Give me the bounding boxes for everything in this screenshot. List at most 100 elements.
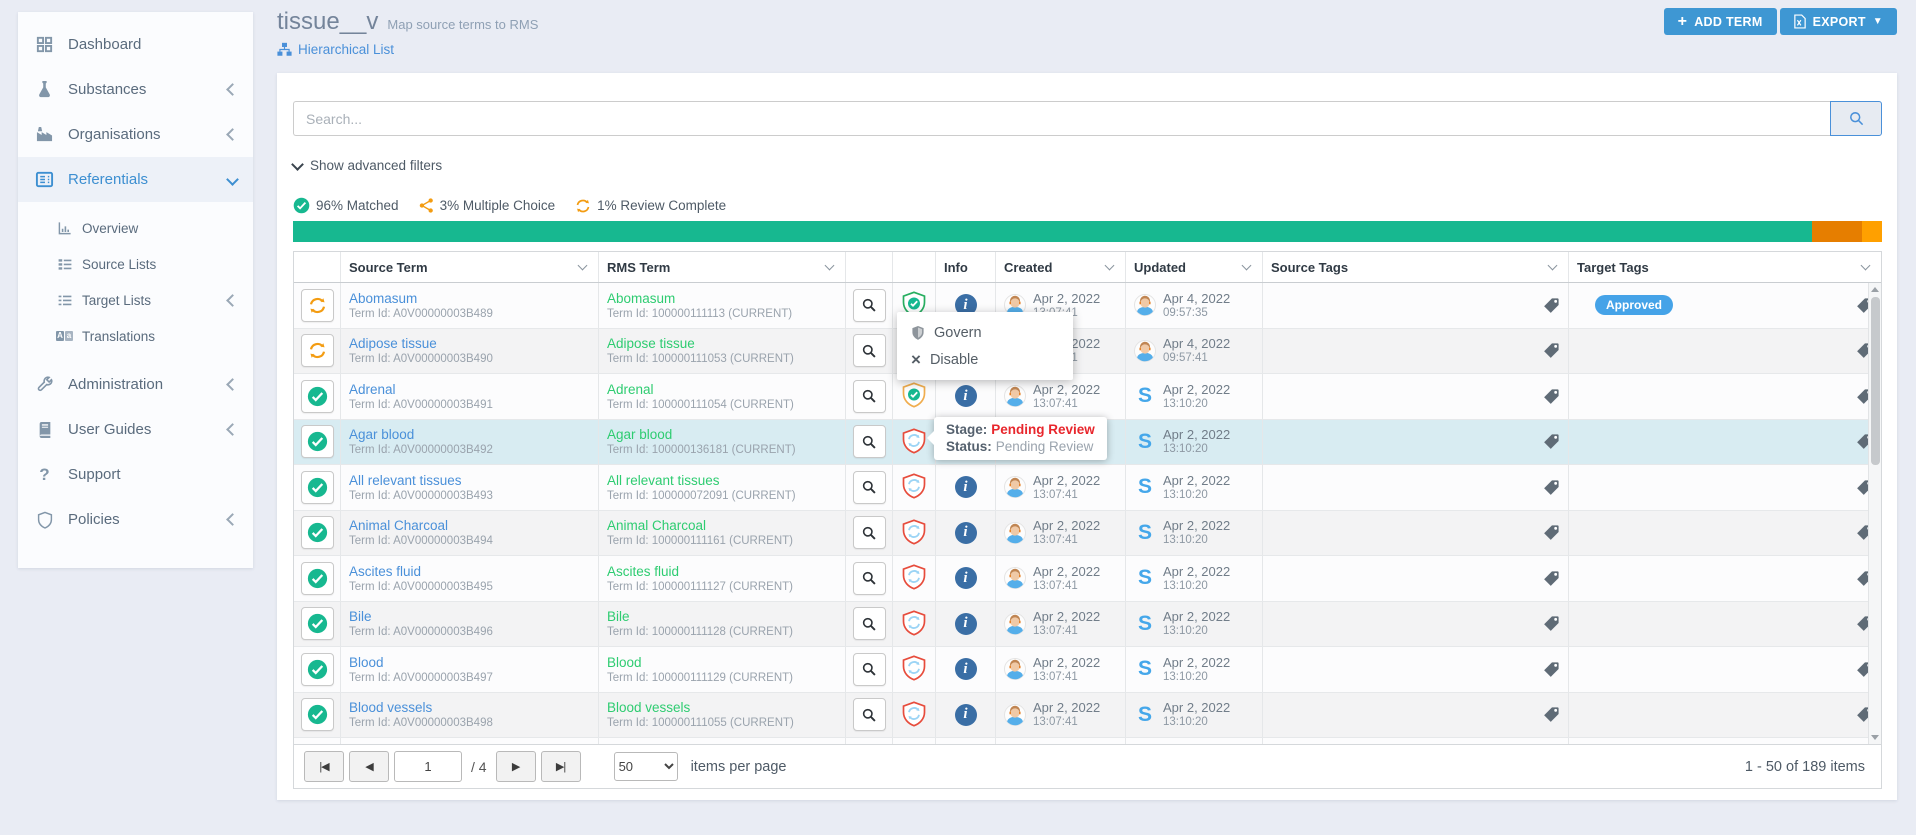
next-page-button[interactable]: ▶ xyxy=(496,751,536,782)
sidebar-item-substances[interactable]: Substances xyxy=(18,67,253,112)
add-term-button[interactable]: + ADD TERM xyxy=(1664,8,1777,35)
match-status-button[interactable] xyxy=(301,516,334,549)
inspect-button[interactable] xyxy=(853,334,886,367)
target-tag-badge[interactable]: Approved xyxy=(1595,295,1673,315)
sidebar-item-referentials[interactable]: Referentials xyxy=(18,157,253,202)
source-term-link[interactable]: Animal Charcoal xyxy=(349,518,448,533)
rms-term-link[interactable]: Adipose tissue xyxy=(607,336,695,351)
table-row[interactable]: Bile Term Id: A0V00000003B496 Bile Term … xyxy=(294,602,1881,648)
sidebar-item-administration[interactable]: Administration xyxy=(18,362,253,407)
rms-term-link[interactable]: Ascites fluid xyxy=(607,564,679,579)
source-tag-icon[interactable] xyxy=(1543,297,1560,314)
search-input[interactable] xyxy=(293,101,1830,136)
inspect-button[interactable] xyxy=(853,425,886,458)
source-tag-icon[interactable] xyxy=(1543,479,1560,496)
sidebar-item-overview[interactable]: Overview xyxy=(18,210,253,246)
source-term-link[interactable]: Bile xyxy=(349,609,372,624)
sidebar-item-organisations[interactable]: Organisations xyxy=(18,112,253,157)
inspect-button[interactable] xyxy=(853,516,886,549)
info-icon[interactable]: i xyxy=(955,476,977,498)
info-icon[interactable]: i xyxy=(955,658,977,680)
search-button[interactable] xyxy=(1830,101,1882,136)
governance-shield-icon[interactable] xyxy=(901,699,927,730)
show-advanced-filters-link[interactable]: Show advanced filters xyxy=(293,158,442,173)
context-menu-item-govern[interactable]: Govern xyxy=(897,319,1073,346)
info-icon[interactable]: i xyxy=(955,704,977,726)
last-page-button[interactable]: ▶| xyxy=(541,751,581,782)
governance-shield-icon[interactable] xyxy=(901,563,927,594)
governance-shield-icon[interactable] xyxy=(901,654,927,685)
rms-term-link[interactable]: Abomasum xyxy=(607,291,675,306)
source-tag-icon[interactable] xyxy=(1543,661,1560,678)
sidebar-item-policies[interactable]: Policies xyxy=(18,497,253,542)
source-term-link[interactable]: Ascites fluid xyxy=(349,564,421,579)
match-status-button[interactable] xyxy=(301,289,334,322)
table-row[interactable]: Blood Term Id: A0V00000003B497 Blood Ter… xyxy=(294,647,1881,693)
rms-term-link[interactable]: Animal Charcoal xyxy=(607,518,706,533)
scrollbar-up-arrow[interactable] xyxy=(1869,283,1881,296)
inspect-button[interactable] xyxy=(853,698,886,731)
source-tag-icon[interactable] xyxy=(1543,433,1560,450)
inspect-button[interactable] xyxy=(853,380,886,413)
sidebar-item-support[interactable]: ? Support xyxy=(18,452,253,497)
source-tag-icon[interactable] xyxy=(1543,615,1560,632)
table-row[interactable]: Animal Charcoal Term Id: A0V00000003B494… xyxy=(294,511,1881,557)
sidebar-item-translations[interactable]: Aa Translations xyxy=(18,318,253,354)
column-header-rms-term[interactable]: RMS Term xyxy=(599,252,846,282)
export-button[interactable]: EXPORT ▼ xyxy=(1780,8,1897,35)
rms-term-link[interactable]: Blood xyxy=(607,655,642,670)
table-row[interactable]: Adipose tissue Term Id: A0V00000003B490 … xyxy=(294,329,1881,375)
match-status-button[interactable] xyxy=(301,653,334,686)
table-row[interactable]: Ascites fluid Term Id: A0V00000003B495 A… xyxy=(294,556,1881,602)
column-header-updated[interactable]: Updated xyxy=(1126,252,1263,282)
rms-term-link[interactable]: Bile xyxy=(607,609,630,624)
source-tag-icon[interactable] xyxy=(1543,570,1560,587)
table-row[interactable]: Blood vessels Term Id: A0V00000003B498 B… xyxy=(294,693,1881,739)
table-row[interactable]: Adrenal Term Id: A0V00000003B491 Adrenal… xyxy=(294,374,1881,420)
inspect-button[interactable] xyxy=(853,562,886,595)
governance-shield-icon[interactable] xyxy=(901,472,927,503)
governance-shield-icon[interactable] xyxy=(901,426,927,457)
table-row[interactable]: Blood, foetal Blood, foetal i A xyxy=(294,738,1881,744)
sidebar-item-target-lists[interactable]: Target Lists xyxy=(18,282,253,318)
first-page-button[interactable]: |◀ xyxy=(304,751,344,782)
rms-term-link[interactable]: Adrenal xyxy=(607,382,654,397)
match-status-button[interactable] xyxy=(301,334,334,367)
scrollbar-thumb[interactable] xyxy=(1871,297,1880,465)
source-term-link[interactable]: Blood vessels xyxy=(349,700,432,715)
match-status-button[interactable] xyxy=(301,698,334,731)
prev-page-button[interactable]: ◀ xyxy=(349,751,389,782)
match-status-button[interactable] xyxy=(301,425,334,458)
scrollbar-down-arrow[interactable] xyxy=(1869,731,1881,744)
source-term-link[interactable]: Adipose tissue xyxy=(349,336,437,351)
column-header-target-tags[interactable]: Target Tags xyxy=(1569,252,1881,282)
vertical-scrollbar[interactable] xyxy=(1868,283,1881,744)
source-tag-icon[interactable] xyxy=(1543,706,1560,723)
source-term-link[interactable]: Blood xyxy=(349,655,384,670)
match-status-button[interactable] xyxy=(301,380,334,413)
context-menu-item-disable[interactable]: × Disable xyxy=(897,346,1073,373)
rms-term-link[interactable]: Blood vessels xyxy=(607,700,690,715)
governance-shield-icon[interactable] xyxy=(901,517,927,548)
governance-shield-icon[interactable] xyxy=(901,381,927,412)
source-tag-icon[interactable] xyxy=(1543,524,1560,541)
inspect-button[interactable] xyxy=(853,471,886,504)
page-size-select[interactable]: 50 xyxy=(614,752,678,781)
column-header-source-tags[interactable]: Source Tags xyxy=(1263,252,1569,282)
match-status-button[interactable] xyxy=(301,471,334,504)
info-icon[interactable]: i xyxy=(955,522,977,544)
hierarchical-list-link[interactable]: Hierarchical List xyxy=(277,42,538,57)
page-number-input[interactable] xyxy=(394,751,462,782)
inspect-button[interactable] xyxy=(853,607,886,640)
source-tag-icon[interactable] xyxy=(1543,342,1560,359)
inspect-button[interactable] xyxy=(853,653,886,686)
column-header-source-term[interactable]: Source Term xyxy=(341,252,599,282)
source-term-link[interactable]: Abomasum xyxy=(349,291,417,306)
table-row[interactable]: All relevant tissues Term Id: A0V0000000… xyxy=(294,465,1881,511)
sidebar-item-source-lists[interactable]: Source Lists xyxy=(18,246,253,282)
source-term-link[interactable]: Adrenal xyxy=(349,382,396,397)
source-term-link[interactable]: Agar blood xyxy=(349,427,414,442)
info-icon[interactable]: i xyxy=(955,613,977,635)
rms-term-link[interactable]: Agar blood xyxy=(607,427,672,442)
inspect-button[interactable] xyxy=(853,289,886,322)
